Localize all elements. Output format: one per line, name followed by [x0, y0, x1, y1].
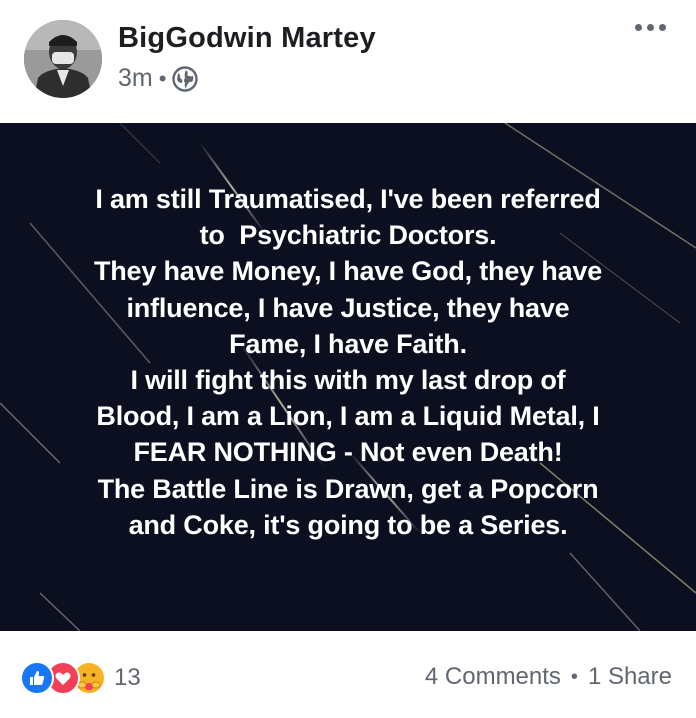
post-text-line: They have Money, I have God, they have: [93, 256, 603, 287]
post-time[interactable]: 3m: [118, 64, 153, 93]
post-header: BigGodwin Martey 3m •: [0, 0, 696, 120]
engagement-stats: 4 Comments • 1 Share: [425, 663, 672, 691]
reaction-count[interactable]: 13: [114, 664, 141, 692]
globe-icon[interactable]: [172, 65, 199, 92]
more-options-icon[interactable]: [635, 24, 666, 31]
post-text-line: Fame, I have Faith.: [229, 328, 467, 359]
shares-count[interactable]: 1 Share: [588, 663, 672, 691]
facebook-post: BigGodwin Martey 3m • I am still Traumat…: [0, 0, 696, 718]
comments-count[interactable]: 4 Comments: [425, 663, 561, 691]
meta-separator: •: [158, 65, 167, 91]
post-text-line: to Psychiatric Doctors.: [199, 220, 497, 251]
reactions-summary[interactable]: 13: [20, 661, 141, 695]
stats-separator: •: [570, 665, 578, 688]
post-text-line: I will fight this with my last drop of: [130, 365, 566, 396]
post-footer: 13 4 Comments • 1 Share: [0, 631, 696, 718]
post-text-line: The Battle Line is Drawn, get a Popcorn: [97, 473, 599, 504]
post-text-line: Blood, I am a Lion, I am a Liquid Metal,…: [96, 401, 600, 432]
author-avatar[interactable]: [24, 20, 102, 98]
post-text-line: I am still Traumatised, I've been referr…: [95, 184, 601, 214]
like-icon: [20, 661, 54, 695]
post-text-line: FEAR NOTHING - Not even Death!: [133, 437, 563, 468]
post-text-overlay: I am still Traumatised, I've been referr…: [0, 181, 696, 543]
post-image[interactable]: I am still Traumatised, I've been referr…: [0, 123, 696, 631]
post-meta: 3m •: [118, 64, 199, 93]
post-text-line: influence, I have Justice, they have: [126, 292, 570, 323]
author-name[interactable]: BigGodwin Martey: [118, 22, 376, 55]
post-text-line: and Coke, it's going to be a Series.: [128, 509, 568, 540]
